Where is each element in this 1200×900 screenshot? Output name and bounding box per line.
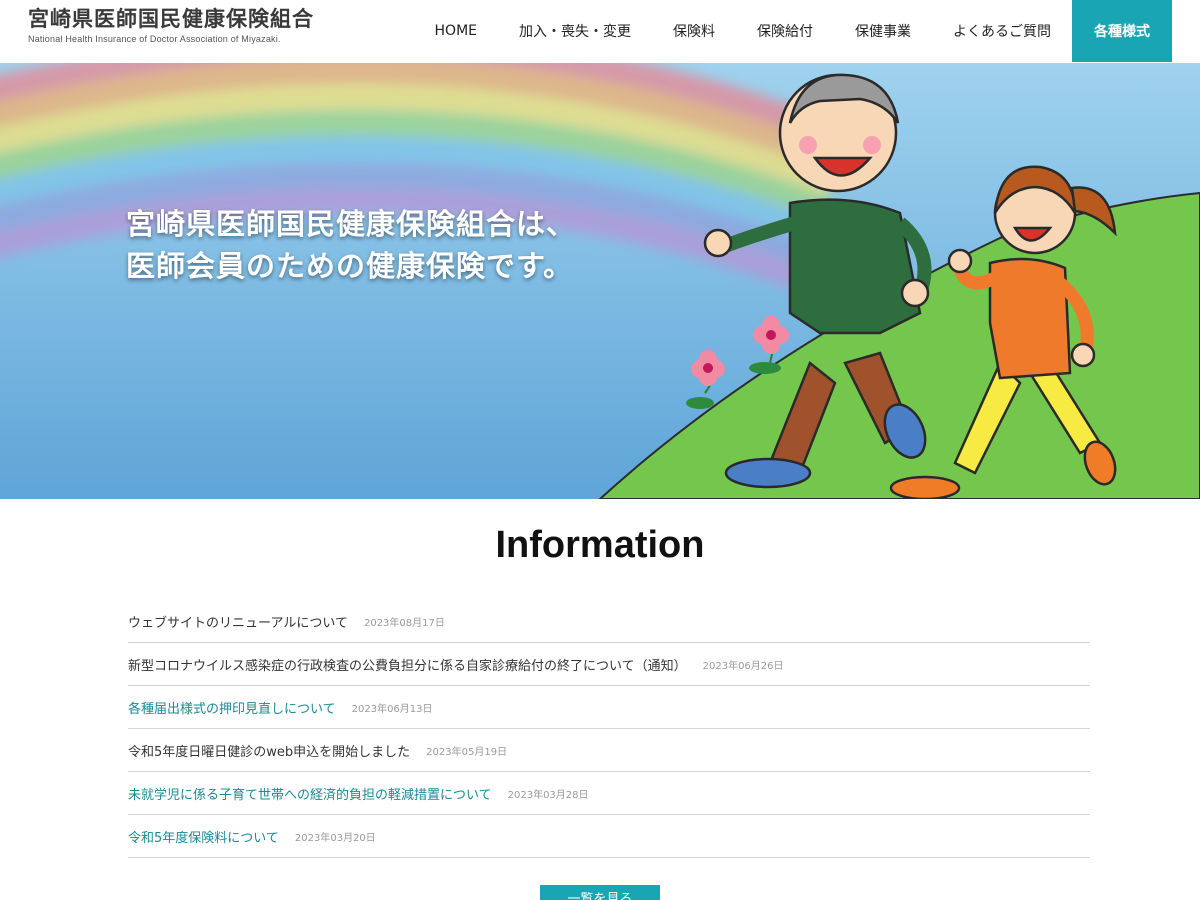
site-logo[interactable]: 宮崎県医師国民健康保険組合 National Health Insurance … (28, 6, 314, 56)
nav-home[interactable]: HOME (414, 0, 498, 62)
news-item: 令和5年度日曜日健診のweb申込を開始しました 2023年05月19日 (128, 729, 1090, 772)
main-nav: HOME 加入・喪失・変更 保険料 保険給付 保健事業 よくあるご質問 各種様式 (414, 0, 1172, 62)
nav-faq[interactable]: よくあるご質問 (932, 0, 1072, 62)
site-subtitle: National Health Insurance of Doctor Asso… (28, 34, 281, 44)
news-list: ウェブサイトのリニューアルについて 2023年08月17日 新型コロナウイルス感… (128, 600, 1090, 858)
hero-headline-line2: 医師会員のための健康保険です。 (126, 249, 574, 283)
news-link[interactable]: 各種届出様式の押印見直しについて (128, 698, 336, 717)
news-link[interactable]: ウェブサイトのリニューアルについて (128, 612, 348, 631)
news-link[interactable]: 未就学児に係る子育て世帯への経済的負担の軽減措置について (128, 784, 492, 803)
information-heading: Information (495, 524, 705, 566)
news-date: 2023年03月20日 (294, 832, 376, 844)
view-all-button[interactable]: 一覧を見る (540, 885, 660, 900)
news-link[interactable]: 令和5年度保険料について (128, 827, 279, 846)
news-item: 各種届出様式の押印見直しについて 2023年06月13日 (128, 686, 1090, 729)
nav-forms-button[interactable]: 各種様式 (1072, 0, 1172, 62)
news-date: 2023年06月26日 (702, 660, 784, 672)
news-date: 2023年05月19日 (426, 746, 508, 758)
news-link[interactable]: 令和5年度日曜日健診のweb申込を開始しました (128, 741, 410, 760)
news-item: 未就学児に係る子育て世帯への経済的負担の軽減措置について 2023年03月28日 (128, 772, 1090, 815)
news-link[interactable]: 新型コロナウイルス感染症の行政検査の公費負担分に係る自家診療給付の終了について（… (128, 655, 687, 674)
news-date: 2023年03月28日 (507, 789, 589, 801)
news-item: ウェブサイトのリニューアルについて 2023年08月17日 (128, 600, 1090, 643)
nav-health-programs[interactable]: 保健事業 (834, 0, 932, 62)
nav-enrollment[interactable]: 加入・喪失・変更 (498, 0, 652, 62)
nav-benefits[interactable]: 保険給付 (736, 0, 834, 62)
hero-banner: 宮崎県医師国民健康保険組合は、 医師会員のための健康保険です。 (0, 63, 1200, 499)
site-title: 宮崎県医師国民健康保険組合 (28, 7, 314, 31)
hero-headline-line1: 宮崎県医師国民健康保険組合は、 (126, 207, 577, 241)
news-item: 令和5年度保険料について 2023年03月20日 (128, 815, 1090, 858)
nav-premium[interactable]: 保険料 (652, 0, 736, 62)
site-header: 宮崎県医師国民健康保険組合 National Health Insurance … (0, 0, 1200, 63)
news-date: 2023年06月13日 (351, 703, 433, 715)
news-item: 新型コロナウイルス感染症の行政検査の公費負担分に係る自家診療給付の終了について（… (128, 643, 1090, 686)
hero-headline: 宮崎県医師国民健康保険組合は、 医師会員のための健康保険です。 (126, 203, 576, 287)
news-date: 2023年08月17日 (363, 617, 445, 629)
